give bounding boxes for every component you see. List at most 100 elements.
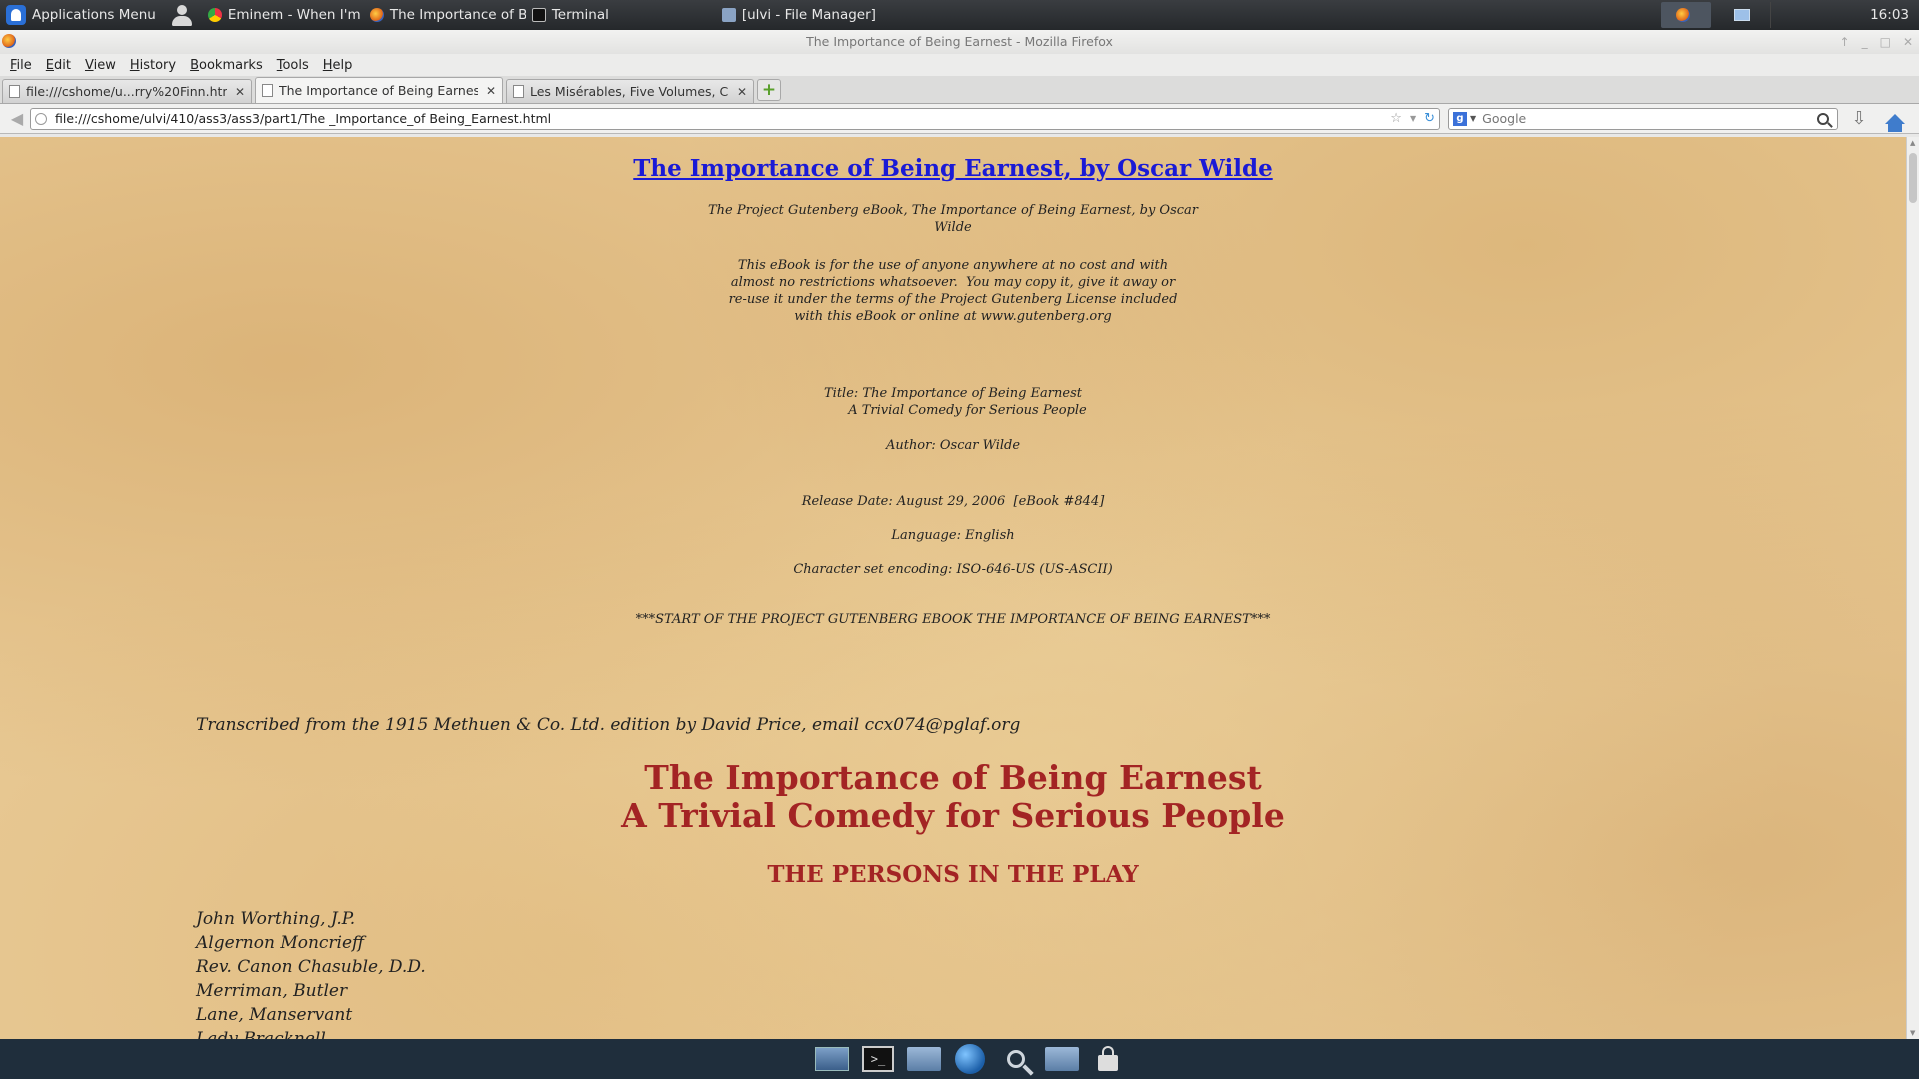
applications-menu-button[interactable]: Applications Menu: [0, 0, 162, 30]
menu-help[interactable]: Help: [316, 58, 360, 73]
close-tab-icon[interactable]: ✕: [235, 85, 245, 99]
site-identity-icon[interactable]: [35, 112, 47, 125]
taskbar-item-label: Eminem - When I'm Gone -...: [227, 7, 364, 23]
ebook-line: The Project Gutenberg eBook, The Importa…: [708, 203, 1198, 235]
plus-icon: +: [761, 79, 777, 100]
author-metadata: Author: Oscar Wilde: [885, 438, 1021, 453]
firefox-icon: [1676, 8, 1691, 22]
taskbar-item-label: Terminal: [551, 7, 609, 23]
file-manager-launcher[interactable]: [1042, 1042, 1082, 1076]
tab-label: The Importance of Being Earnest: [279, 83, 478, 98]
minimize-icon[interactable]: _: [1862, 30, 1868, 54]
clock[interactable]: 16:03: [1870, 7, 1919, 23]
menu-history[interactable]: History: [123, 58, 183, 73]
cast-item: Lady Bracknell: [196, 1029, 326, 1039]
home-folder-launcher[interactable]: [904, 1042, 944, 1076]
document-title-link[interactable]: The Importance of Being Earnest, by Osca…: [0, 155, 1906, 182]
cast-item: Algernon Moncrieff: [196, 933, 365, 953]
language: Language: English: [891, 528, 1015, 543]
tab-importance-of-being-earnest[interactable]: The Importance of Being Earnest ✕: [255, 77, 503, 103]
file-manager-icon: [721, 8, 736, 22]
firefox-icon: [369, 8, 384, 22]
maximize-icon[interactable]: □: [1880, 30, 1891, 54]
workspace-1-button[interactable]: [1661, 2, 1712, 28]
close-icon[interactable]: ✕: [1903, 30, 1913, 54]
applications-menu-label: Applications Menu: [32, 7, 156, 23]
page-icon: [513, 85, 524, 98]
url-text[interactable]: file:///cshome/ulvi/410/ass3/ass3/part1/…: [55, 111, 1382, 126]
tab-bar: file:///cshome/u...rry%20Finn.html ✕ The…: [0, 76, 1919, 104]
title-metadata: Title: The Importance of Being Earnest A…: [824, 386, 1087, 418]
window-titlebar[interactable]: The Importance of Being Earnest - Mozill…: [0, 30, 1919, 54]
close-tab-icon[interactable]: ✕: [486, 84, 496, 98]
downloads-button[interactable]: ⇩: [1844, 107, 1874, 131]
search-icon[interactable]: [1817, 112, 1829, 125]
workspace-icon: [1734, 9, 1751, 21]
workspace-2-button[interactable]: [1717, 2, 1767, 28]
lock-screen-launcher[interactable]: [1088, 1042, 1128, 1076]
magnifier-icon: [1007, 1050, 1025, 1068]
desktop-icon: [815, 1047, 849, 1071]
terminal-launcher[interactable]: >_: [858, 1042, 898, 1076]
maximize-up-icon[interactable]: ↑: [1840, 30, 1850, 54]
url-dropdown-icon[interactable]: ▼: [1410, 114, 1416, 123]
taskbar-item-firefox[interactable]: The Importance of Being E...: [364, 0, 526, 30]
menu-file[interactable]: File: [3, 58, 39, 73]
home-button[interactable]: [1880, 107, 1910, 132]
google-engine-icon[interactable]: g: [1453, 111, 1467, 126]
main-title-line-1: The Importance of Being Earnest: [644, 758, 1262, 797]
tab-les-miserables[interactable]: Les Misérables, Five Volumes, C... ✕: [506, 79, 754, 103]
vertical-scrollbar[interactable]: ▲ ▼: [1906, 137, 1919, 1039]
page-icon: [9, 85, 20, 98]
new-tab-button[interactable]: +: [757, 79, 781, 101]
url-bar[interactable]: file:///cshome/ulvi/410/ass3/ass3/part1/…: [30, 107, 1440, 130]
transcription-note: Transcribed from the 1915 Methuen & Co. …: [196, 715, 1021, 735]
menu-edit[interactable]: Edit: [39, 58, 78, 73]
cast-item: Rev. Canon Chasuble, D.D.: [196, 957, 426, 977]
cast-list: John Worthing, J.P. Algernon Moncrieff R…: [196, 907, 426, 1039]
release-date: Release Date: August 29, 2006 [eBook #84…: [801, 494, 1105, 509]
scrollbar-thumb[interactable]: [1909, 153, 1917, 203]
folder-icon: [1045, 1047, 1079, 1071]
web-browser-launcher[interactable]: [950, 1042, 990, 1076]
license-text: This eBook is for the use of anyone anyw…: [728, 258, 1178, 324]
page-icon: [262, 84, 273, 97]
cast-item: John Worthing, J.P.: [196, 909, 356, 929]
scroll-up-icon[interactable]: ▲: [1910, 139, 1915, 147]
taskbar-item-terminal[interactable]: Terminal: [526, 0, 716, 30]
tab-label: Les Misérables, Five Volumes, C...: [530, 84, 729, 99]
back-button[interactable]: ◀: [4, 107, 30, 131]
tab-huckleberry-finn[interactable]: file:///cshome/u...rry%20Finn.html ✕: [2, 79, 252, 103]
taskbar-item-file-manager[interactable]: [ulvi - File Manager]: [716, 0, 916, 30]
terminal-icon: >_: [862, 1046, 894, 1072]
chrome-icon: [207, 8, 222, 22]
page-content[interactable]: The Importance of Being Earnest, by Osca…: [0, 137, 1906, 1039]
navigation-toolbar: ◀ file:///cshome/ulvi/410/ass3/ass3/part…: [0, 104, 1919, 134]
menu-view[interactable]: View: [78, 58, 123, 73]
search-input[interactable]: [1482, 111, 1817, 126]
xfce-logo-icon: [6, 5, 26, 25]
terminal-icon: [531, 8, 546, 22]
taskbar-item-label: The Importance of Being E...: [389, 7, 526, 23]
bookmark-star-icon[interactable]: ☆: [1390, 111, 1402, 126]
folder-icon: [907, 1047, 941, 1071]
menu-tools[interactable]: Tools: [270, 58, 316, 73]
search-bar: g ▼: [1448, 107, 1838, 130]
start-marker: ***START OF THE PROJECT GUTENBERG EBOOK …: [635, 612, 1271, 627]
close-tab-icon[interactable]: ✕: [737, 85, 747, 99]
back-arrow-icon: ◀: [10, 109, 24, 128]
taskbar-item-chrome[interactable]: Eminem - When I'm Gone -...: [202, 0, 364, 30]
scroll-down-icon[interactable]: ▼: [1910, 1029, 1915, 1037]
engine-dropdown-icon[interactable]: ▼: [1470, 114, 1476, 123]
window-controls: ↑ _ □ ✕: [1840, 30, 1913, 54]
main-title-line-2: A Trivial Comedy for Serious People: [621, 796, 1285, 835]
reload-icon[interactable]: ↻: [1424, 111, 1435, 126]
show-desktop-launcher[interactable]: [812, 1042, 852, 1076]
menu-bookmarks[interactable]: Bookmarks: [183, 58, 270, 73]
tray-spacer: [1770, 2, 1870, 28]
app-finder-launcher[interactable]: [996, 1042, 1036, 1076]
user-icon[interactable]: [170, 4, 194, 26]
window-title: The Importance of Being Earnest - Mozill…: [806, 34, 1113, 49]
cast-item: Lane, Manservant: [196, 1005, 353, 1025]
dock-launchers: >_: [812, 1042, 1128, 1076]
